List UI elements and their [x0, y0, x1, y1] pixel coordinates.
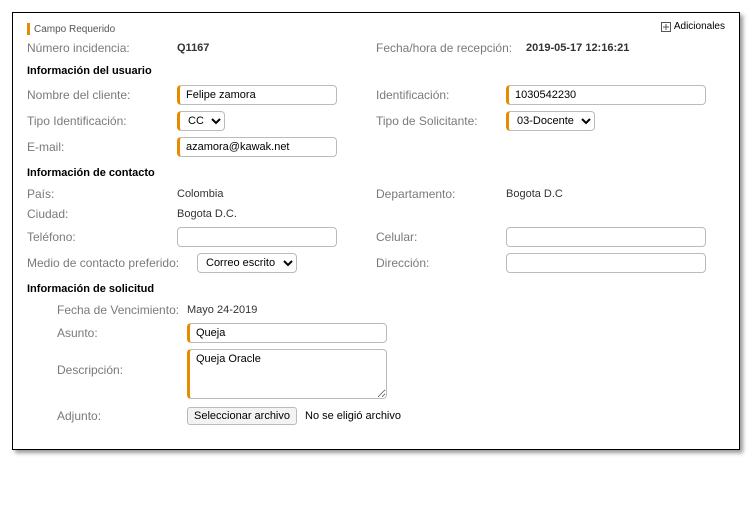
adjunto-label: Adjunto:: [57, 409, 187, 423]
medio-contacto-select[interactable]: Correo escrito: [197, 253, 297, 273]
fecha-vencimiento-value: Mayo 24-2019: [187, 304, 257, 316]
num-incidencia-label: Número incidencia:: [27, 41, 177, 55]
required-marker-icon: [27, 23, 30, 35]
fecha-vencimiento-label: Fecha de Vencimiento:: [57, 303, 187, 317]
pais-value: Colombia: [177, 188, 223, 200]
fecha-recepcion-value: 2019-05-17 12:16:21: [526, 42, 629, 54]
tipo-id-select[interactable]: CC: [177, 111, 225, 131]
section-solicitud: Información de solicitud: [27, 283, 725, 295]
telefono-input[interactable]: [177, 227, 337, 247]
celular-input[interactable]: [506, 227, 706, 247]
adicionales-link[interactable]: Adicionales: [661, 21, 725, 32]
telefono-label: Teléfono:: [27, 230, 177, 244]
ciudad-label: Ciudad:: [27, 207, 177, 221]
fecha-recepcion-label: Fecha/hora de recepción:: [376, 41, 526, 55]
asunto-label: Asunto:: [57, 326, 187, 340]
email-input[interactable]: [177, 137, 337, 157]
tipo-id-label: Tipo Identificación:: [27, 114, 177, 128]
section-usuario: Información del usuario: [27, 65, 725, 77]
direccion-input[interactable]: [506, 253, 706, 273]
tipo-solicitante-label: Tipo de Solicitante:: [376, 114, 506, 128]
departamento-label: Departamento:: [376, 187, 506, 201]
required-legend-text: Campo Requerido: [34, 24, 115, 35]
celular-label: Celular:: [376, 230, 506, 244]
file-select-button[interactable]: Seleccionar archivo: [187, 407, 297, 425]
nombre-cliente-label: Nombre del cliente:: [27, 88, 177, 102]
num-incidencia-value: Q1167: [177, 42, 209, 54]
pais-label: País:: [27, 187, 177, 201]
adicionales-label: Adicionales: [674, 21, 725, 32]
descripcion-textarea[interactable]: [187, 349, 387, 399]
plus-box-icon: [661, 22, 671, 32]
asunto-input[interactable]: [187, 323, 387, 343]
departamento-value: Bogota D.C: [506, 188, 563, 200]
form-panel: Campo Requerido Adicionales Número incid…: [12, 12, 740, 450]
descripcion-label: Descripción:: [57, 349, 187, 377]
required-legend: Campo Requerido: [27, 23, 725, 35]
nombre-cliente-input[interactable]: [177, 85, 337, 105]
identificacion-input[interactable]: [506, 85, 706, 105]
file-status-text: No se eligió archivo: [305, 410, 401, 422]
medio-contacto-label: Medio de contacto preferido:: [27, 256, 197, 270]
section-contacto: Información de contacto: [27, 167, 725, 179]
direccion-label: Dirección:: [376, 256, 506, 270]
ciudad-value: Bogota D.C.: [177, 208, 237, 220]
identificacion-label: Identificación:: [376, 88, 506, 102]
email-label: E-mail:: [27, 140, 177, 154]
tipo-solicitante-select[interactable]: 03-Docente: [506, 111, 595, 131]
